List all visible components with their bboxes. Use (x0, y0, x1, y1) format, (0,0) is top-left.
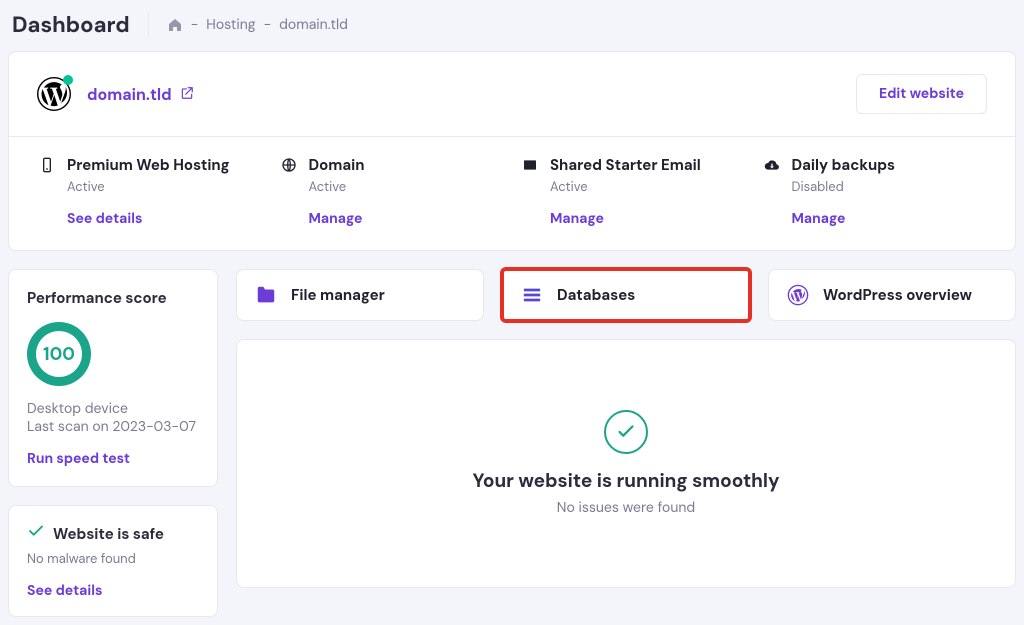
status-check-icon (604, 410, 648, 454)
service-action-link[interactable]: Manage (281, 210, 503, 228)
folder-icon (255, 284, 277, 306)
safety-card: Website is safe No malware found See det… (8, 505, 218, 617)
service-action-link[interactable]: Manage (522, 210, 744, 228)
status-title: Your website is running smoothly (257, 468, 995, 493)
external-link-icon (180, 84, 194, 105)
nav-label: Databases (557, 285, 635, 305)
header-row: Dashboard - Hosting - domain.tld (12, 10, 1012, 39)
device-icon (39, 157, 57, 178)
run-speed-test-link[interactable]: Run speed test (27, 450, 199, 468)
breadcrumb-hosting[interactable]: Hosting (206, 16, 255, 34)
service-title: Domain (309, 155, 365, 175)
service-title: Premium Web Hosting (67, 155, 230, 175)
safety-details-link[interactable]: See details (27, 582, 199, 600)
mail-icon (522, 157, 540, 178)
check-icon (27, 522, 45, 545)
service-email: Shared Starter Email Active Manage (512, 151, 754, 232)
vertical-divider (148, 12, 149, 38)
domain-card: domain.tld Edit website Premium Web Host… (8, 51, 1016, 251)
service-status: Active (67, 179, 230, 196)
performance-score-value: 100 (36, 331, 82, 377)
status-card: Your website is running smoothly No issu… (236, 339, 1016, 588)
breadcrumb: - Hosting - domain.tld (167, 16, 348, 34)
nav-label: WordPress overview (823, 285, 972, 305)
domain-link[interactable]: domain.tld (87, 84, 194, 105)
home-icon[interactable] (167, 17, 183, 33)
performance-card: Performance score 100 Desktop device Las… (8, 269, 218, 487)
breadcrumb-domain[interactable]: domain.tld (279, 16, 348, 34)
performance-title: Performance score (27, 288, 199, 308)
wordpress-logo-icon (37, 77, 71, 111)
service-status: Active (550, 179, 701, 196)
safety-title: Website is safe (53, 524, 164, 544)
edit-website-button[interactable]: Edit website (856, 74, 987, 114)
domain-name-text: domain.tld (87, 84, 172, 105)
globe-icon (281, 157, 299, 178)
performance-device: Desktop device (27, 400, 199, 418)
service-domain: Domain Active Manage (271, 151, 513, 232)
service-status: Active (309, 179, 365, 196)
nav-file-manager[interactable]: File manager (236, 269, 484, 321)
service-title: Shared Starter Email (550, 155, 701, 175)
status-subtitle: No issues were found (257, 499, 995, 517)
services-row: Premium Web Hosting Active See details D… (9, 137, 1015, 250)
database-icon (521, 284, 543, 306)
wordpress-icon (787, 284, 809, 306)
performance-score-ring: 100 (27, 322, 91, 386)
service-status: Disabled (792, 179, 896, 196)
nav-label: File manager (291, 285, 385, 305)
service-backups: Daily backups Disabled Manage (754, 151, 996, 232)
nav-databases[interactable]: Databases (502, 269, 750, 321)
service-action-link[interactable]: See details (39, 210, 261, 228)
nav-wordpress-overview[interactable]: WordPress overview (768, 269, 1016, 321)
service-hosting: Premium Web Hosting Active See details (29, 151, 271, 232)
performance-lastscan: Last scan on 2023-03-07 (27, 418, 199, 436)
safety-subtitle: No malware found (27, 551, 199, 568)
service-action-link[interactable]: Manage (764, 210, 986, 228)
domain-card-top: domain.tld Edit website (9, 52, 1015, 136)
page-title: Dashboard (12, 10, 130, 39)
cloud-icon (764, 157, 782, 178)
service-title: Daily backups (792, 155, 896, 175)
